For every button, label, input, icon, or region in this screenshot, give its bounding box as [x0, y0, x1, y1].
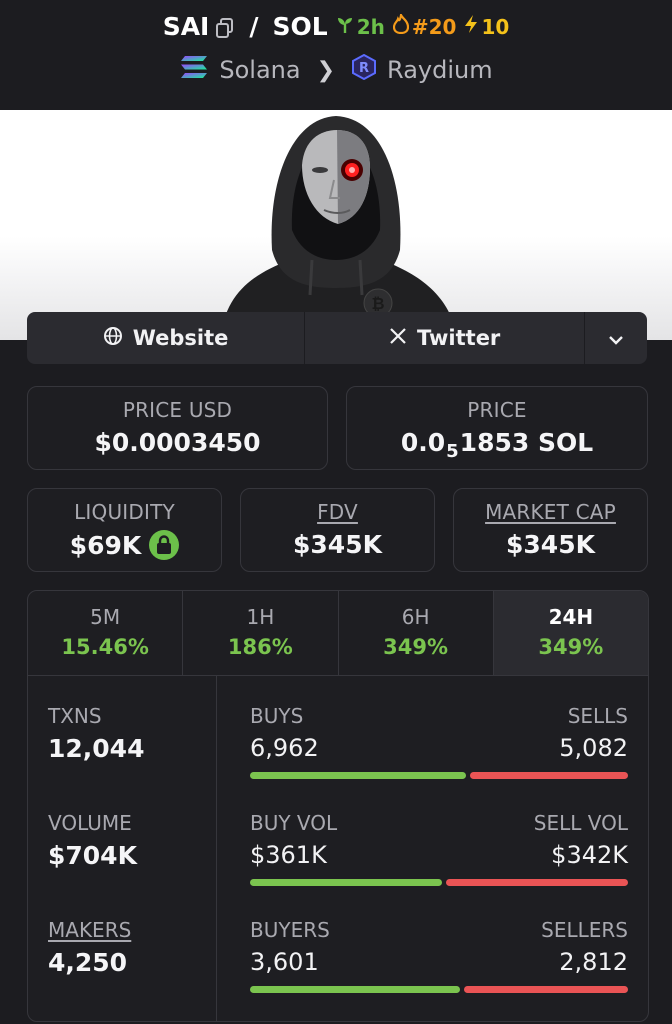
trending-rank-badge[interactable]: #20	[392, 11, 456, 39]
boost-badge[interactable]: 10	[464, 14, 509, 39]
buys-sells-ratio-bar	[250, 772, 628, 779]
twitter-label: Twitter	[417, 326, 501, 350]
pair-separator: /	[249, 12, 259, 41]
token-banner-image: ₿	[0, 110, 672, 340]
price-native-card: PRICE 0.0 5 1853 SOL	[346, 386, 648, 470]
x-logo-icon	[389, 326, 407, 350]
txns-stat: TXNS 12,044	[48, 704, 144, 763]
base-token-symbol: SAI	[162, 12, 210, 41]
buys-label: BUYS	[250, 704, 304, 728]
timeframe-stats-panel: 5M 15.46% 1H 186% 6H 349% 24H 349% TXNS …	[27, 590, 649, 1022]
buys-bar	[250, 772, 467, 779]
sellers-value: 2,812	[559, 948, 628, 976]
makers-label[interactable]: MAKERS	[48, 918, 131, 942]
fdv-label[interactable]: FDV	[241, 500, 434, 524]
price-native-value: 0.0 5 1853 SOL	[400, 428, 594, 462]
buyers-bar	[250, 986, 461, 993]
social-links-bar: Website Twitter	[27, 312, 647, 364]
sells-label: SELLS	[567, 704, 628, 728]
sells-value: 5,082	[559, 734, 628, 762]
buyers-sellers-row: BUYERS SELLERS 3,601 2,812	[250, 918, 628, 993]
totals-column: TXNS 12,044 VOLUME $704K MAKERS 4,250	[28, 676, 217, 1021]
dex-name[interactable]: Raydium	[387, 56, 493, 84]
quote-token-symbol: SOL	[272, 12, 328, 41]
sell-vol-value: $342K	[551, 841, 628, 869]
volume-label: VOLUME	[48, 811, 132, 835]
flame-icon	[392, 11, 409, 39]
sell-vol-bar	[445, 879, 628, 886]
lightning-icon	[464, 14, 478, 39]
timeframe-tabs: 5M 15.46% 1H 186% 6H 349% 24H 349%	[28, 591, 648, 676]
buys-sells-row: BUYS SELLS 6,962 5,082	[250, 704, 628, 779]
more-links-button[interactable]	[585, 312, 647, 364]
tab-6h[interactable]: 6H 349%	[339, 591, 494, 675]
volume-ratio-bar	[250, 879, 628, 886]
market-cap-card: MARKET CAP $345K	[453, 488, 648, 572]
buys-value: 6,962	[250, 734, 319, 762]
chevron-down-icon	[608, 326, 624, 350]
price-native-label: PRICE	[467, 398, 527, 422]
lock-icon[interactable]	[149, 530, 180, 560]
liquidity-label: LIQUIDITY	[74, 500, 175, 524]
price-usd-label: PRICE USD	[122, 398, 233, 422]
liquidity-value: $69K	[28, 530, 221, 560]
price-usd-value: $0.0003450	[94, 428, 261, 457]
tab-5m[interactable]: 5M 15.46%	[28, 591, 184, 675]
sprout-icon	[336, 15, 354, 39]
pair-title: SAI / SOL 2h #20 10	[0, 11, 672, 41]
market-cap-label[interactable]: MARKET CAP	[454, 500, 647, 524]
price-usd-card: PRICE USD $0.0003450	[27, 386, 328, 470]
change-1h: 186%	[227, 635, 293, 659]
buyers-value: 3,601	[250, 948, 319, 976]
buyers-ratio-bar	[250, 986, 628, 993]
tab-24h[interactable]: 24H 349%	[493, 591, 648, 675]
buy-vol-label: BUY VOL	[250, 811, 338, 835]
sells-bar	[470, 772, 628, 779]
website-label: Website	[132, 326, 229, 350]
chevron-right-icon: ❯	[316, 57, 336, 83]
globe-icon	[103, 326, 123, 351]
volume-split-row: BUY VOL SELL VOL $361K $342K	[250, 811, 628, 886]
chain-name[interactable]: Solana	[219, 56, 300, 84]
website-button[interactable]: Website	[27, 312, 306, 364]
txns-label: TXNS	[48, 704, 102, 728]
liquidity-card: LIQUIDITY $69K	[27, 488, 222, 572]
change-6h: 349%	[383, 635, 449, 659]
fdv-card: FDV $345K	[240, 488, 435, 572]
buyers-label: BUYERS	[250, 918, 330, 942]
svg-text:₿: ₿	[371, 294, 384, 313]
buy-vol-bar	[250, 879, 442, 886]
buy-vol-value: $361K	[250, 841, 327, 869]
raydium-logo-icon: R	[351, 53, 377, 86]
change-5m: 15.46%	[61, 635, 149, 659]
market-cap-value: $345K	[506, 530, 595, 559]
volume-value: $704K	[48, 841, 137, 870]
twitter-button[interactable]: Twitter	[305, 312, 586, 364]
sellers-bar	[464, 986, 628, 993]
chain-breadcrumb: Solana ❯ R Raydium	[0, 53, 672, 86]
tab-1h[interactable]: 1H 186%	[183, 591, 339, 675]
hooded-figure-illustration: ₿	[220, 116, 458, 340]
sell-vol-label: SELL VOL	[533, 811, 628, 835]
volume-stat: VOLUME $704K	[48, 811, 137, 870]
txns-value: 12,044	[48, 734, 145, 763]
svg-text:R: R	[359, 61, 369, 76]
copy-icon[interactable]	[215, 16, 235, 38]
makers-stat: MAKERS 4,250	[48, 918, 131, 977]
sellers-label: SELLERS	[541, 918, 628, 942]
change-24h: 349%	[538, 635, 604, 659]
solana-logo-icon	[179, 54, 209, 86]
makers-value: 4,250	[48, 948, 128, 977]
fdv-value: $345K	[293, 530, 382, 559]
pair-header: SAI / SOL 2h #20 10 Solana ❯ R Raydium	[0, 0, 672, 110]
pair-age-badge: 2h	[336, 15, 385, 39]
